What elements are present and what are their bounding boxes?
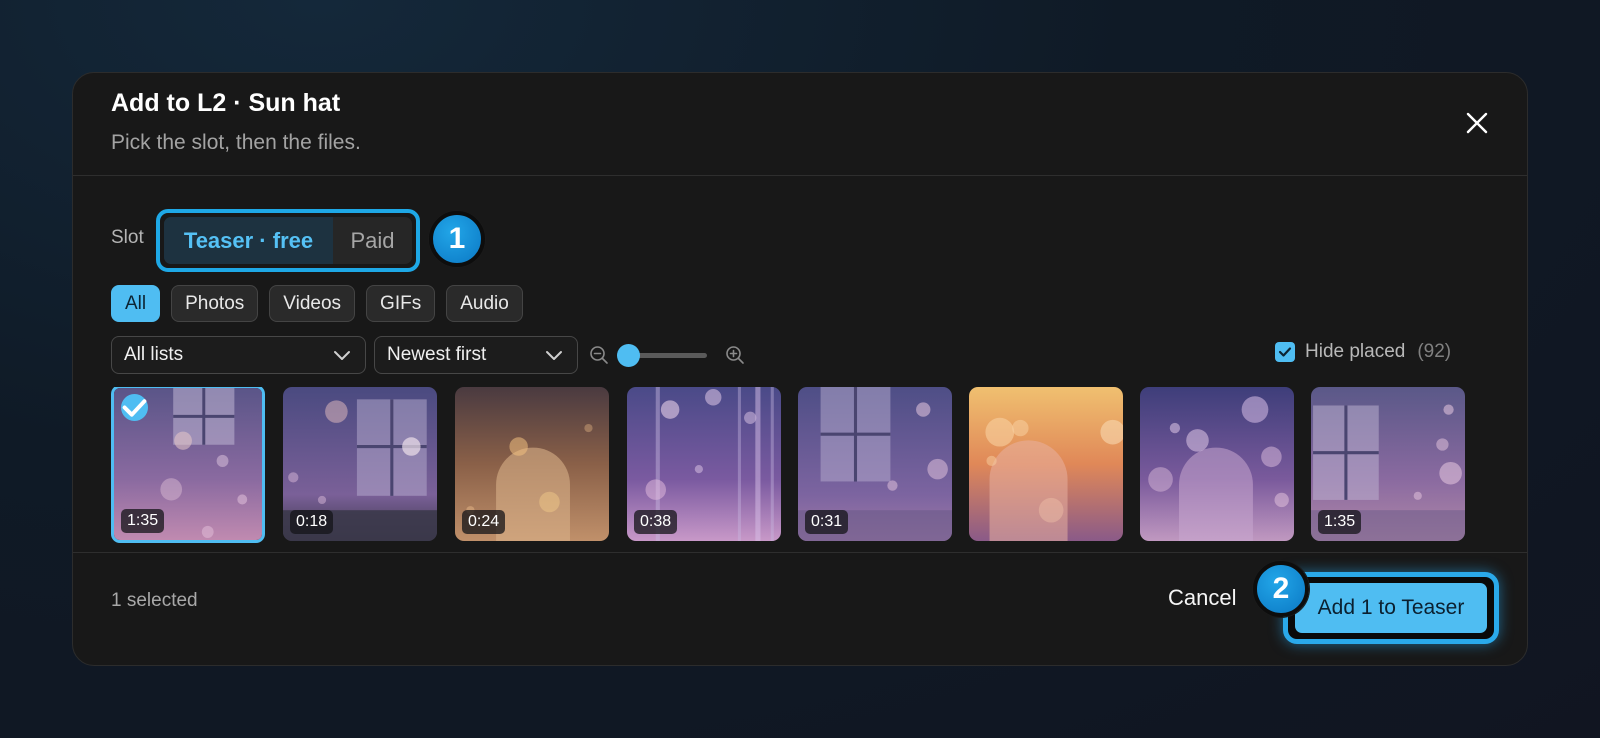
checkmark-icon (1278, 347, 1292, 357)
cancel-button[interactable]: Cancel (1168, 585, 1236, 611)
zoom-in-icon[interactable] (725, 345, 745, 365)
zoom-handle[interactable] (617, 344, 640, 367)
chevron-down-icon (546, 351, 562, 360)
media-thumbnail-5[interactable]: 0:31 (798, 387, 952, 541)
media-thumbnail-6[interactable] (969, 387, 1123, 541)
filter-chip-videos[interactable]: Videos (269, 285, 356, 322)
primary-button-highlight: Add 1 to Teaser (1283, 572, 1499, 644)
selection-count: 1 selected (111, 590, 198, 611)
type-filter-chips: All Photos Videos GIFs Audio (111, 285, 523, 322)
chevron-down-icon (334, 351, 350, 360)
sort-dropdown-value: Newest first (387, 344, 487, 365)
selected-check-icon (121, 394, 148, 421)
filter-chip-all[interactable]: All (111, 285, 161, 322)
slot-segmented-control: Teaser · free Paid (156, 209, 420, 272)
zoom-out-icon[interactable] (589, 345, 609, 365)
sort-dropdown[interactable]: Newest first (374, 336, 578, 374)
hide-placed-checkbox[interactable] (1275, 342, 1295, 362)
slot-option-teaser[interactable]: Teaser · free (164, 217, 333, 264)
slot-label: Slot (111, 227, 144, 248)
dialog-title: Add to L2 · Sun hat (111, 89, 341, 117)
thumbnail-image (969, 387, 1123, 541)
dialog-subtitle: Pick the slot, then the files. (111, 131, 361, 154)
slot-option-paid[interactable]: Paid (333, 217, 412, 264)
add-to-teaser-button[interactable]: Add 1 to Teaser (1295, 583, 1487, 633)
lists-dropdown-value: All lists (124, 344, 184, 365)
duration-label: 0:31 (805, 510, 849, 534)
hide-placed-label: Hide placed (1305, 341, 1406, 362)
close-button[interactable] (1463, 109, 1491, 137)
duration-label: 1:35 (1318, 510, 1362, 534)
duration-label: 0:38 (634, 510, 678, 534)
duration-label: 0:18 (290, 510, 334, 534)
media-thumbnail-8[interactable]: 1:35 (1311, 387, 1465, 541)
thumbnail-zoom-slider[interactable] (589, 344, 747, 367)
media-thumbnail-1[interactable]: 1:35 (111, 387, 265, 543)
dialog-header: Add to L2 · Sun hat Pick the slot, then … (73, 73, 1527, 176)
step-badge-1: 1 (429, 211, 485, 267)
hide-placed-toggle[interactable]: Hide placed (92) (1275, 341, 1451, 363)
media-grid: 1:35 0:18 0:24 0:38 0:31 1:35 (73, 387, 1527, 553)
duration-label: 0:24 (462, 510, 506, 534)
filter-chip-gifs[interactable]: GIFs (366, 285, 436, 322)
media-thumbnail-7[interactable] (1140, 387, 1294, 541)
close-icon (1466, 112, 1488, 134)
hide-placed-count: (92) (1417, 341, 1452, 362)
media-thumbnail-2[interactable]: 0:18 (283, 387, 437, 541)
media-thumbnail-3[interactable]: 0:24 (455, 387, 609, 541)
duration-label: 1:35 (121, 509, 165, 533)
lists-dropdown[interactable]: All lists (111, 336, 366, 374)
filter-chip-photos[interactable]: Photos (171, 285, 259, 322)
filter-chip-audio[interactable]: Audio (446, 285, 523, 322)
thumbnail-image (1140, 387, 1294, 541)
add-media-dialog: Add to L2 · Sun hat Pick the slot, then … (72, 72, 1528, 666)
media-thumbnail-4[interactable]: 0:38 (627, 387, 781, 541)
step-badge-2: 2 (1253, 561, 1309, 617)
